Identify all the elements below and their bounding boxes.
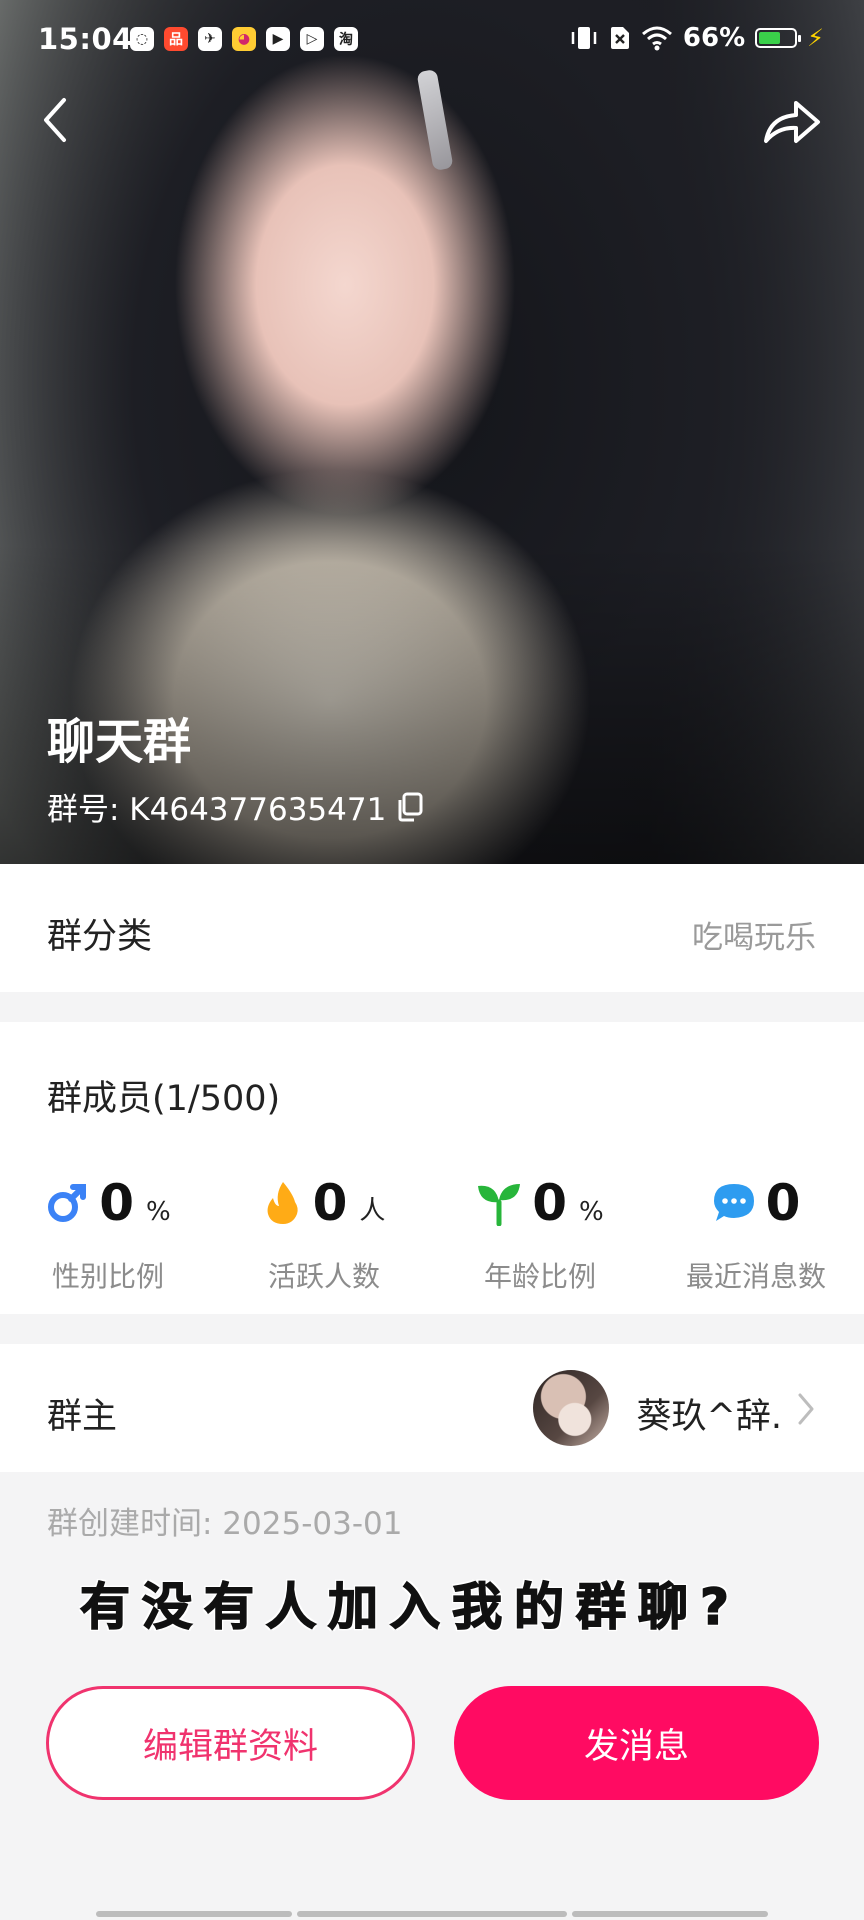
- battery-percent: 66%: [682, 23, 746, 53]
- battery-icon: [755, 28, 802, 48]
- sprout-icon: [478, 1184, 521, 1226]
- category-row[interactable]: 群分类 吃喝玩乐: [0, 864, 864, 992]
- stat-value: 0: [312, 1174, 348, 1232]
- fire-icon: [267, 1182, 298, 1224]
- home-indicator: [96, 1911, 292, 1917]
- app-badge-icon: ◕: [232, 27, 256, 51]
- stat-unit: %: [579, 1197, 604, 1227]
- overlay-caption: 有没有人加入我的群聊?: [79, 1577, 742, 1637]
- vibrate-icon: [571, 27, 597, 49]
- status-app-badges: ◌ 品 ✈ ◕ ▶ ▷ 淘: [130, 27, 358, 51]
- home-indicator: [572, 1911, 768, 1917]
- stat-label: 最近消息数: [685, 1260, 826, 1293]
- owner-label: 群主: [47, 1397, 118, 1437]
- stat-value: 0: [765, 1174, 801, 1232]
- stat-label: 活跃人数: [267, 1260, 380, 1293]
- owner-avatar[interactable]: [533, 1370, 609, 1446]
- hair-clip: [416, 69, 454, 171]
- stat-value: 0: [99, 1174, 135, 1232]
- share-button[interactable]: [760, 95, 824, 149]
- app-badge-icon: ▷: [300, 27, 324, 51]
- chat-bubble-icon: [713, 1184, 754, 1221]
- group-id-text: 群号: K464377635471: [47, 792, 387, 828]
- edit-group-button[interactable]: 编辑群资料: [46, 1686, 415, 1800]
- app-badge-icon: ◌: [130, 27, 154, 51]
- stat-label: 性别比例: [51, 1260, 164, 1293]
- stat-unit: 人: [359, 1196, 386, 1226]
- app-badge-icon: ✈: [198, 27, 222, 51]
- home-indicator: [297, 1911, 567, 1917]
- stat-label: 年龄比例: [483, 1260, 596, 1293]
- app-badge-icon: 品: [164, 27, 188, 51]
- chevron-right-icon: [798, 1393, 814, 1425]
- back-button[interactable]: [40, 90, 90, 150]
- stat-value: 0: [532, 1174, 568, 1232]
- owner-name[interactable]: 葵玖^辞.: [637, 1388, 782, 1439]
- send-message-button[interactable]: 发消息: [454, 1686, 819, 1800]
- copy-icon[interactable]: [396, 792, 424, 822]
- charging-icon: ⚡: [807, 24, 824, 52]
- group-name: 聊天群: [47, 714, 192, 770]
- app-badge-icon: 淘: [334, 27, 358, 51]
- male-icon: [48, 1184, 87, 1222]
- status-time: 15:04: [38, 22, 133, 56]
- category-label: 群分类: [47, 917, 153, 957]
- status-bar: 15:04 ◌ 品 ✈ ◕ ▶ ▷ 淘 66% ⚡: [0, 0, 864, 84]
- app-badge-icon: ▶: [266, 27, 290, 51]
- stat-unit: %: [146, 1197, 171, 1227]
- member-stats: 0% 性别比例 0人 活跃人数 0% 年龄比例 0 最近消息数: [0, 1173, 864, 1333]
- created-date: 群创建时间: 2025-03-01: [47, 1506, 403, 1542]
- share-arrow-icon: [764, 101, 820, 143]
- sim-off-icon: [610, 27, 629, 49]
- chevron-left-icon: [44, 98, 66, 142]
- category-value: 吃喝玩乐: [692, 920, 816, 956]
- status-right: 66% ⚡: [569, 23, 824, 53]
- wifi-icon: [641, 26, 672, 51]
- members-title[interactable]: 群成员(1/500): [47, 1070, 280, 1121]
- group-id: 群号: K464377635471: [47, 784, 424, 829]
